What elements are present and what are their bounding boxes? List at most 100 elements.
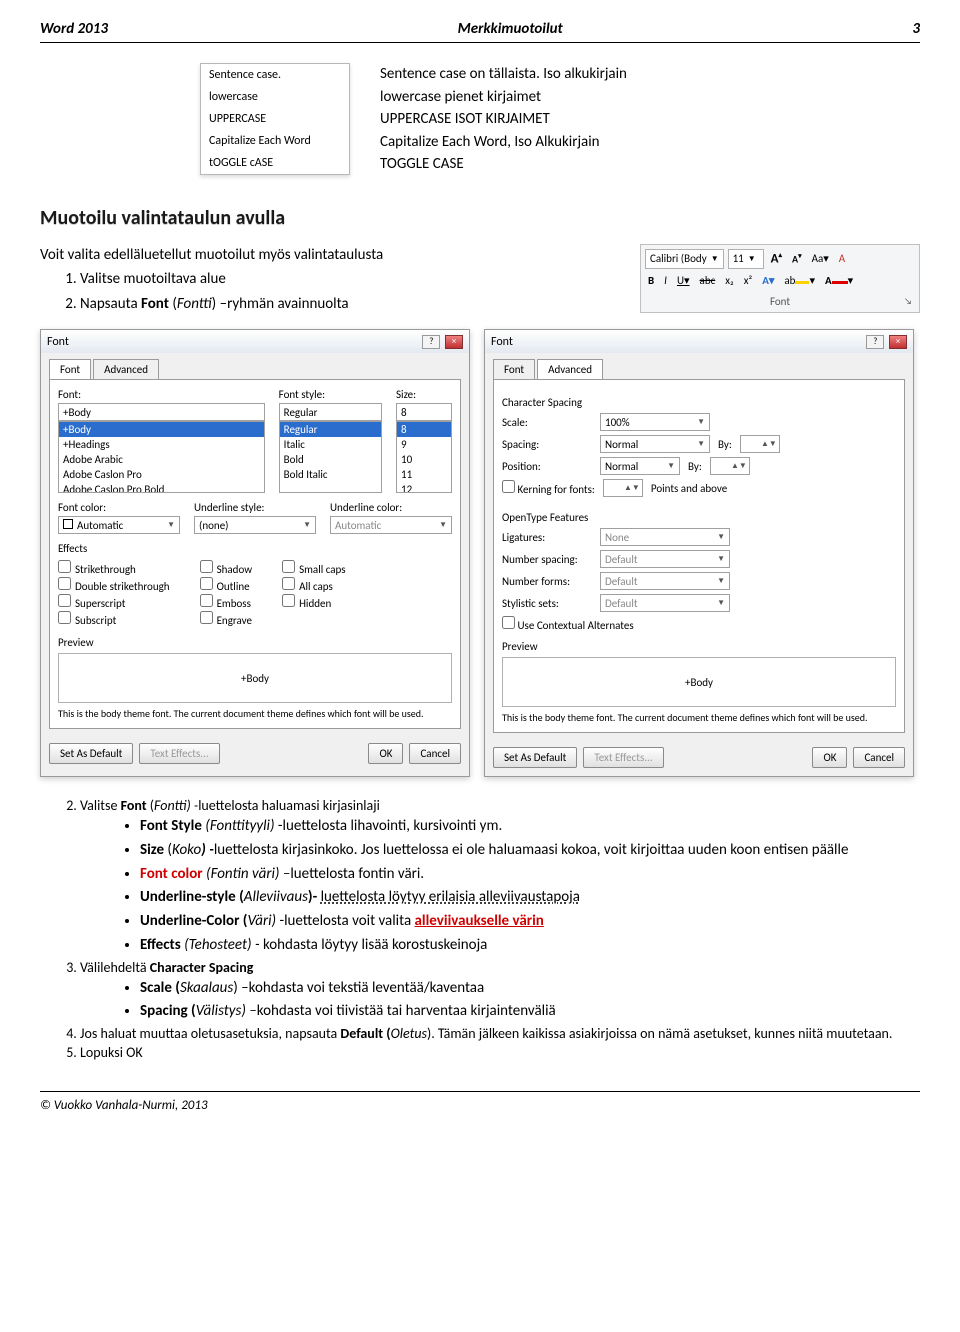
- font-listbox[interactable]: +Body +Headings Adobe Arabic Adobe Caslo…: [58, 421, 265, 493]
- case-capitalize[interactable]: Capitalize Each Word: [201, 130, 349, 152]
- style-opt-2[interactable]: Bold: [280, 452, 381, 467]
- style-opt-0[interactable]: Regular: [280, 422, 381, 437]
- spacing-by-spinner[interactable]: ▲▼: [740, 435, 780, 453]
- spacing-combo[interactable]: Normal▼: [600, 435, 710, 453]
- size-opt-4[interactable]: 12: [397, 482, 451, 493]
- help-icon[interactable]: ?: [422, 335, 440, 349]
- set-default-button[interactable]: Set As Default: [49, 743, 133, 764]
- scale-combo[interactable]: 100%▼: [600, 413, 710, 431]
- lbl-ns: Number spacing:: [502, 553, 592, 566]
- cancel-button[interactable]: Cancel: [409, 743, 461, 764]
- dialog-launcher-icon[interactable]: ↘: [901, 295, 915, 308]
- style-input[interactable]: Regular: [279, 403, 382, 421]
- ok-button[interactable]: OK: [812, 747, 847, 768]
- text-effects-icon[interactable]: A▾: [759, 273, 777, 288]
- text-effects-button[interactable]: Text Effects...: [583, 747, 663, 768]
- lbl-font-color: Font color:: [58, 501, 180, 514]
- underline-color-combo[interactable]: Automatic▼: [330, 516, 452, 534]
- chk-kerning[interactable]: Kerning for fonts:: [502, 480, 595, 496]
- case-toggle[interactable]: tOGGLE cASE: [201, 152, 349, 174]
- bold-icon[interactable]: B: [645, 273, 657, 288]
- tab-font[interactable]: Font: [49, 359, 91, 379]
- s2b: Font: [141, 295, 169, 313]
- italic-icon[interactable]: I: [661, 273, 670, 288]
- numforms-combo[interactable]: Default▼: [600, 572, 730, 590]
- case-sentence[interactable]: Sentence case.: [201, 64, 349, 86]
- text-effects-button[interactable]: Text Effects...: [139, 743, 219, 764]
- lbl-nf: Number forms:: [502, 575, 592, 588]
- shrink-font-icon[interactable]: A▾: [789, 250, 805, 266]
- position-by-spinner[interactable]: ▲▼: [710, 457, 750, 475]
- footer-copyright: © Vuokko Vanhala-Nurmi, 2013: [40, 1098, 920, 1113]
- chk-strike[interactable]: Strikethrough: [58, 560, 170, 576]
- chk-emboss[interactable]: Emboss: [200, 594, 253, 610]
- size-opt-0[interactable]: 8: [397, 422, 451, 437]
- change-case-icon[interactable]: Aa▾: [809, 251, 832, 266]
- chk-small[interactable]: Small caps: [282, 560, 346, 576]
- position-combo[interactable]: Normal▼: [600, 457, 680, 475]
- font-opt-2[interactable]: Adobe Arabic: [59, 452, 264, 467]
- bullet-size: Size (Koko) -luettelosta kirjasinkoko. J…: [140, 840, 920, 862]
- font-opt-0[interactable]: +Body: [59, 422, 264, 437]
- subscript-icon[interactable]: x₂: [722, 273, 736, 288]
- case-line-4: Capitalize Each Word, Iso Alkukirjain: [380, 131, 627, 154]
- style-listbox[interactable]: Regular Italic Bold Bold Italic: [279, 421, 382, 493]
- font-dialog-title-bar: Font ? ×: [41, 330, 469, 353]
- adv-preview-label: Preview: [502, 640, 896, 653]
- cancel-button[interactable]: Cancel: [853, 747, 905, 768]
- kern-spinner[interactable]: ▲▼: [603, 479, 643, 497]
- header-page: 3: [912, 20, 920, 38]
- size-opt-2[interactable]: 10: [397, 452, 451, 467]
- step-4: Jos haluat muuttaa oletusasetuksia, naps…: [80, 1025, 920, 1042]
- chk-engrave[interactable]: Engrave: [200, 611, 253, 627]
- clear-format-icon[interactable]: A: [836, 251, 848, 266]
- chk-shadow[interactable]: Shadow: [200, 560, 253, 576]
- size-opt-1[interactable]: 9: [397, 437, 451, 452]
- close-icon[interactable]: ×: [889, 335, 907, 349]
- tab-advanced[interactable]: Advanced: [537, 359, 603, 379]
- strike-icon[interactable]: abc: [697, 273, 719, 288]
- ligatures-combo[interactable]: None▼: [600, 528, 730, 546]
- ok-button[interactable]: OK: [368, 743, 403, 764]
- case-lower[interactable]: lowercase: [201, 86, 349, 108]
- font-color-val: Automatic: [77, 519, 123, 532]
- style-opt-3[interactable]: Bold Italic: [280, 467, 381, 482]
- chk-all[interactable]: All caps: [282, 577, 346, 593]
- highlight-icon[interactable]: ab▾: [781, 273, 818, 288]
- set-default-button[interactable]: Set As Default: [493, 747, 577, 768]
- tab-advanced[interactable]: Advanced: [93, 359, 159, 379]
- tab-font[interactable]: Font: [493, 359, 535, 379]
- grow-font-icon[interactable]: A▴: [768, 249, 785, 267]
- font-name-combo[interactable]: Calibri (Body▼: [645, 249, 724, 269]
- chk-hidden[interactable]: Hidden: [282, 594, 346, 610]
- s2a: Napsauta: [80, 295, 141, 313]
- size-opt-3[interactable]: 11: [397, 467, 451, 482]
- chk-super[interactable]: Superscript: [58, 594, 170, 610]
- size-input[interactable]: 8: [396, 403, 452, 421]
- lbl-font: Font:: [58, 388, 265, 401]
- font-input[interactable]: +Body: [58, 403, 265, 421]
- font-tab-panel: Font: +Body +Body +Headings Adobe Arabic…: [49, 379, 461, 729]
- font-size-combo[interactable]: 11▼: [728, 249, 764, 269]
- help-icon[interactable]: ?: [866, 335, 884, 349]
- underline-icon[interactable]: U▾: [674, 273, 693, 288]
- chk-outline[interactable]: Outline: [200, 577, 253, 593]
- chk-contextual[interactable]: Use Contextual Alternates: [502, 616, 634, 632]
- chk-dstrike[interactable]: Double strikethrough: [58, 577, 170, 593]
- lbl-by1: By:: [718, 438, 732, 451]
- case-upper[interactable]: UPPERCASE: [201, 108, 349, 130]
- style-opt-1[interactable]: Italic: [280, 437, 381, 452]
- size-listbox[interactable]: 8 9 10 11 12: [396, 421, 452, 493]
- superscript-icon[interactable]: x²: [741, 273, 755, 288]
- font-color-combo[interactable]: Automatic▼: [58, 516, 180, 534]
- font-opt-3[interactable]: Adobe Caslon Pro: [59, 467, 264, 482]
- numspacing-combo[interactable]: Default▼: [600, 550, 730, 568]
- font-opt-1[interactable]: +Headings: [59, 437, 264, 452]
- font-opt-4[interactable]: Adobe Caslon Pro Bold: [59, 482, 264, 493]
- underline-style-combo[interactable]: (none)▼: [194, 516, 316, 534]
- chk-sub[interactable]: Subscript: [58, 611, 170, 627]
- close-icon[interactable]: ×: [445, 335, 463, 349]
- change-case-menu[interactable]: Sentence case. lowercase UPPERCASE Capit…: [200, 63, 350, 175]
- stylistic-combo[interactable]: Default▼: [600, 594, 730, 612]
- font-color-icon[interactable]: A▾: [822, 273, 856, 288]
